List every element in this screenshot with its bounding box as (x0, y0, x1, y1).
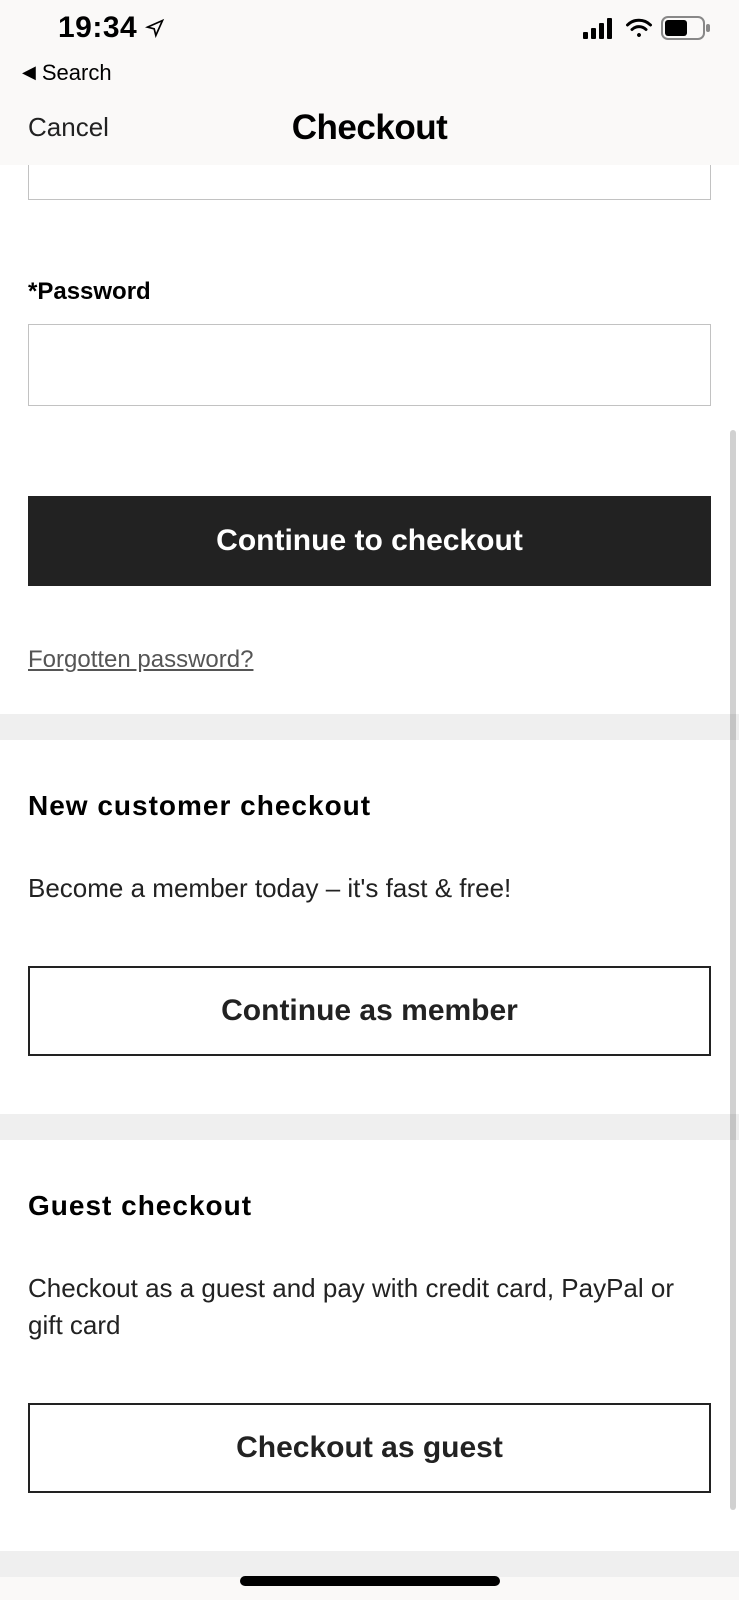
cellular-icon (583, 17, 617, 39)
guest-desc: Checkout as a guest and pay with credit … (28, 1270, 711, 1345)
password-field[interactable] (28, 324, 711, 406)
section-divider (0, 714, 739, 740)
nav-header: Cancel Checkout (0, 90, 739, 165)
status-bar: 19:34 (0, 0, 739, 55)
home-indicator[interactable] (240, 1576, 500, 1586)
back-chevron-icon: ◀ (22, 62, 36, 83)
back-search-label: Search (42, 60, 112, 86)
continue-checkout-button[interactable]: Continue to checkout (28, 496, 711, 586)
battery-icon (661, 16, 711, 40)
continue-member-button[interactable]: Continue as member (28, 966, 711, 1056)
section-divider (0, 1551, 739, 1577)
section-divider (0, 1114, 739, 1140)
forgot-password-link[interactable]: Forgotten password? (28, 646, 253, 674)
location-icon (145, 18, 165, 38)
wifi-icon (625, 17, 653, 39)
email-field-partial[interactable] (28, 165, 711, 200)
scrollbar[interactable] (730, 430, 736, 1510)
checkout-guest-button[interactable]: Checkout as guest (28, 1403, 711, 1493)
login-section: *Password Continue to checkout Forgotten… (0, 165, 739, 714)
checkout-guest-label: Checkout as guest (236, 1431, 503, 1465)
status-time: 19:34 (58, 11, 137, 45)
status-left: 19:34 (58, 11, 165, 45)
content: *Password Continue to checkout Forgotten… (0, 165, 739, 1577)
continue-member-label: Continue as member (221, 994, 518, 1028)
cancel-button[interactable]: Cancel (28, 112, 109, 143)
page-title: Checkout (292, 108, 447, 148)
guest-title: Guest checkout (28, 1140, 711, 1222)
new-customer-desc: Become a member today – it's fast & free… (28, 870, 711, 908)
new-customer-title: New customer checkout (28, 740, 711, 822)
continue-checkout-label: Continue to checkout (216, 524, 523, 558)
status-right (583, 16, 711, 40)
new-customer-section: New customer checkout Become a member to… (0, 740, 739, 1056)
password-label: *Password (28, 278, 711, 306)
guest-section: Guest checkout Checkout as a guest and p… (0, 1140, 739, 1493)
back-to-search[interactable]: ◀ Search (0, 55, 739, 90)
